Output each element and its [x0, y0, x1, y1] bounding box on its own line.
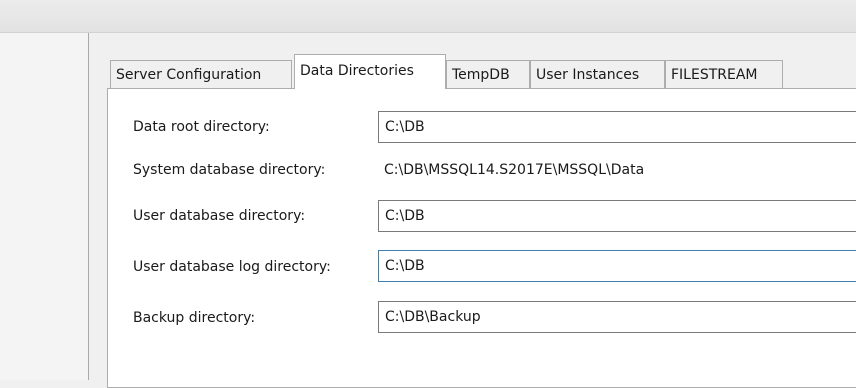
user-database-log-directory-label: User database log directory:: [133, 259, 331, 275]
user-database-directory-label: User database directory:: [133, 208, 306, 224]
backup-directory-input[interactable]: [378, 301, 856, 333]
system-database-directory-label: System database directory:: [133, 162, 326, 178]
window-top-strip: [0, 0, 856, 33]
tab-server-configuration[interactable]: Server Configuration: [110, 60, 292, 89]
system-database-directory-value: C:\DB\MSSQL14.S2017E\MSSQL\Data: [384, 162, 645, 178]
backup-directory-label: Backup directory:: [133, 310, 256, 326]
tab-tempdb[interactable]: TempDB: [446, 60, 530, 89]
wizard-steps-pane: [0, 33, 89, 380]
data-root-directory-label: Data root directory:: [133, 119, 270, 135]
user-database-log-directory-input[interactable]: [378, 250, 856, 282]
tab-filestream[interactable]: FILESTREAM: [665, 60, 783, 89]
user-database-directory-input[interactable]: [378, 200, 856, 232]
data-root-directory-input[interactable]: [378, 111, 856, 143]
tab-user-instances[interactable]: User Instances: [530, 60, 665, 89]
tab-data-directories[interactable]: Data Directories: [294, 54, 446, 89]
